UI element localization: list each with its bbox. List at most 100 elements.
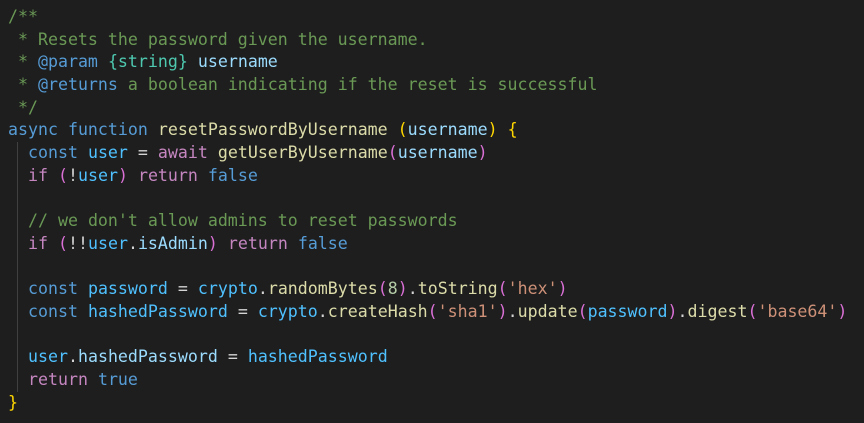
- indent-guide: [17, 278, 18, 301]
- code-line[interactable]: [8, 255, 864, 279]
- code-token: {string}: [107, 52, 188, 72]
- code-token: user: [87, 143, 128, 163]
- code-token: =: [167, 279, 198, 299]
- code-token: password: [587, 301, 668, 321]
- code-token: return: [28, 370, 88, 389]
- code-line[interactable]: const user = await getUserByUsername(use…: [8, 142, 864, 165]
- code-token: update: [517, 301, 578, 321]
- code-token: digest: [687, 301, 748, 321]
- code-token: }: [8, 392, 18, 412]
- code-token: password: [87, 279, 168, 299]
- indent-guide: [17, 232, 18, 256]
- code-token: .: [317, 301, 328, 321]
- code-token: (: [387, 143, 398, 163]
- code-token: crypto: [257, 301, 318, 321]
- indent-guide: [17, 187, 18, 211]
- code-line[interactable]: * @param {string} username: [8, 51, 864, 74]
- code-token: ): [207, 233, 218, 253]
- code-token: user: [87, 233, 128, 253]
- code-line[interactable]: const password = crypto.randomBytes(8).t…: [8, 278, 864, 301]
- code-token: ): [117, 165, 128, 185]
- code-token: (: [57, 165, 68, 185]
- code-token: crypto: [197, 279, 258, 299]
- code-token: ): [667, 301, 678, 321]
- code-token: .: [507, 301, 518, 321]
- code-token: .: [257, 279, 268, 299]
- code-line[interactable]: async function resetPasswordByUsername (…: [8, 119, 864, 142]
- code-token: 'base64': [757, 301, 838, 321]
- code-token: username: [407, 120, 488, 140]
- indent-guide: [17, 369, 18, 392]
- code-token: (: [747, 301, 758, 321]
- code-token: username: [397, 143, 478, 163]
- code-token: hashedPassword: [247, 347, 388, 367]
- code-token: user: [28, 347, 68, 367]
- code-line[interactable]: }: [8, 392, 864, 415]
- code-token: true: [97, 370, 138, 389]
- code-token: if: [28, 165, 48, 185]
- code-token: {: [507, 120, 518, 140]
- indent-guide: [17, 346, 18, 369]
- code-token: return: [227, 233, 288, 253]
- code-token: /**: [8, 7, 38, 26]
- code-line[interactable]: if (!user) return false: [8, 164, 864, 188]
- code-token: (: [427, 301, 438, 321]
- code-line[interactable]: if (!!user.isAdmin) return false: [8, 232, 864, 256]
- code-token: randomBytes: [267, 279, 378, 299]
- code-line[interactable]: return true: [8, 369, 864, 392]
- indent-guide: [17, 164, 18, 188]
- code-token: 'hex': [507, 279, 558, 299]
- code-line[interactable]: /**: [8, 6, 864, 29]
- code-token: (: [397, 120, 408, 140]
- code-token: */: [8, 97, 38, 117]
- code-token: 8: [387, 279, 398, 299]
- code-token: isAdmin: [137, 233, 208, 253]
- indent-guide: [17, 142, 18, 165]
- code-token: hashedPassword: [87, 301, 228, 321]
- code-line[interactable]: // we don't allow admins to reset passwo…: [8, 210, 864, 233]
- code-line[interactable]: * Resets the password given the username…: [8, 29, 864, 52]
- code-line[interactable]: const hashedPassword = crypto.createHash…: [8, 300, 864, 324]
- code-line[interactable]: user.hashedPassword = hashedPassword: [8, 346, 864, 369]
- code-token: createHash: [327, 301, 428, 321]
- code-line[interactable]: */: [8, 97, 864, 120]
- code-token: async: [8, 120, 58, 140]
- code-token: return: [137, 165, 198, 185]
- code-token: .: [127, 233, 138, 253]
- code-editor[interactable]: /** * Resets the password given the user…: [0, 0, 864, 423]
- code-token: a boolean indicating if the reset is suc…: [117, 75, 598, 95]
- code-token: function: [67, 120, 148, 140]
- code-token: * Resets the password given the username…: [8, 29, 428, 49]
- code-token: user: [77, 165, 118, 185]
- code-token: =: [227, 301, 258, 321]
- code-token: await: [157, 143, 208, 163]
- code-token: !!: [67, 233, 88, 253]
- code-token: const: [28, 279, 78, 299]
- code-line[interactable]: * @returns a boolean indicating if the r…: [8, 74, 864, 97]
- code-token: false: [207, 165, 258, 185]
- code-line[interactable]: [8, 323, 864, 347]
- code-token: (: [577, 301, 588, 321]
- indent-guide: [17, 210, 18, 233]
- code-token: ): [397, 279, 408, 299]
- code-token: ): [837, 301, 848, 321]
- code-token: if: [28, 233, 48, 253]
- code-line[interactable]: [8, 187, 864, 211]
- code-token: hashedPassword: [77, 347, 218, 367]
- code-token: *: [8, 52, 38, 72]
- indent-guide: [17, 323, 18, 347]
- code-token: const: [28, 301, 78, 321]
- code-token: getUserByUsername: [217, 143, 388, 163]
